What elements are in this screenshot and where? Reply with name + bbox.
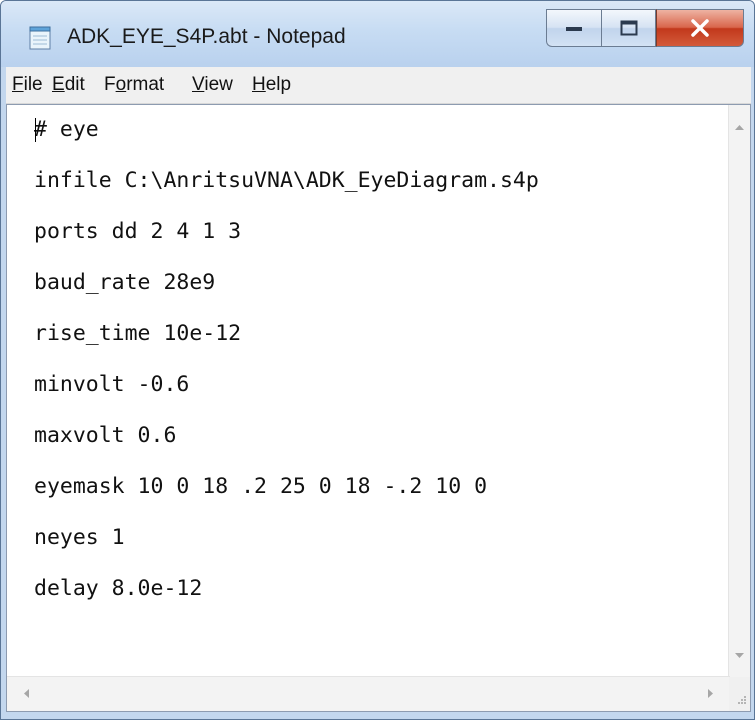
text-line: rise_time 10e-12	[34, 321, 242, 346]
text-line: infile C:\AnritsuVNA\ADK_EyeDiagram.s4p	[34, 168, 539, 193]
text-line: minvolt -0.6	[34, 372, 190, 397]
text-line: # eye	[34, 117, 99, 142]
menu-help[interactable]: Help	[252, 74, 291, 96]
maximize-button[interactable]	[601, 9, 656, 47]
window-title: ADK_EYE_S4P.abt - Notepad	[67, 25, 346, 48]
window-controls	[546, 9, 744, 47]
resize-grip-icon	[738, 696, 746, 704]
text-line: eyemask 10 0 18 .2 25 0 18 -.2 10 0	[34, 474, 488, 499]
minimize-button[interactable]	[546, 9, 601, 47]
maximize-icon	[620, 20, 637, 36]
minimize-icon	[566, 27, 582, 31]
vertical-scrollbar[interactable]	[728, 105, 750, 677]
scroll-down-icon[interactable]	[734, 652, 745, 659]
menu-view[interactable]: View	[192, 74, 233, 96]
notepad-icon[interactable]	[29, 26, 51, 50]
text-line: delay 8.0e-12	[34, 576, 203, 601]
text-caret	[35, 118, 36, 142]
text-line: neyes 1	[34, 525, 125, 550]
text-line: ports dd 2 4 1 3	[34, 219, 242, 244]
close-button[interactable]	[656, 9, 744, 47]
text-line: maxvolt 0.6	[34, 423, 177, 448]
menu-bar: File Edit Format View Help	[6, 67, 751, 104]
text-area[interactable]: # eye infile C:\AnritsuVNA\ADK_EyeDiagra…	[7, 105, 730, 677]
scroll-up-icon[interactable]	[734, 124, 745, 131]
scroll-left-icon[interactable]	[23, 688, 30, 699]
menu-edit[interactable]: Edit	[52, 74, 85, 96]
menu-format[interactable]: Format	[104, 74, 164, 96]
resize-grip[interactable]	[729, 677, 750, 711]
text-line: baud_rate 28e9	[34, 270, 216, 295]
horizontal-scrollbar[interactable]	[7, 676, 730, 711]
editor[interactable]: # eye infile C:\AnritsuVNA\ADK_EyeDiagra…	[6, 104, 751, 712]
notepad-window: ADK_EYE_S4P.abt - Notepad File Edit Form…	[0, 0, 755, 720]
title-bar[interactable]: ADK_EYE_S4P.abt - Notepad	[1, 1, 754, 67]
close-icon	[691, 19, 709, 37]
scroll-right-icon[interactable]	[707, 688, 714, 699]
menu-file[interactable]: File	[12, 74, 43, 96]
